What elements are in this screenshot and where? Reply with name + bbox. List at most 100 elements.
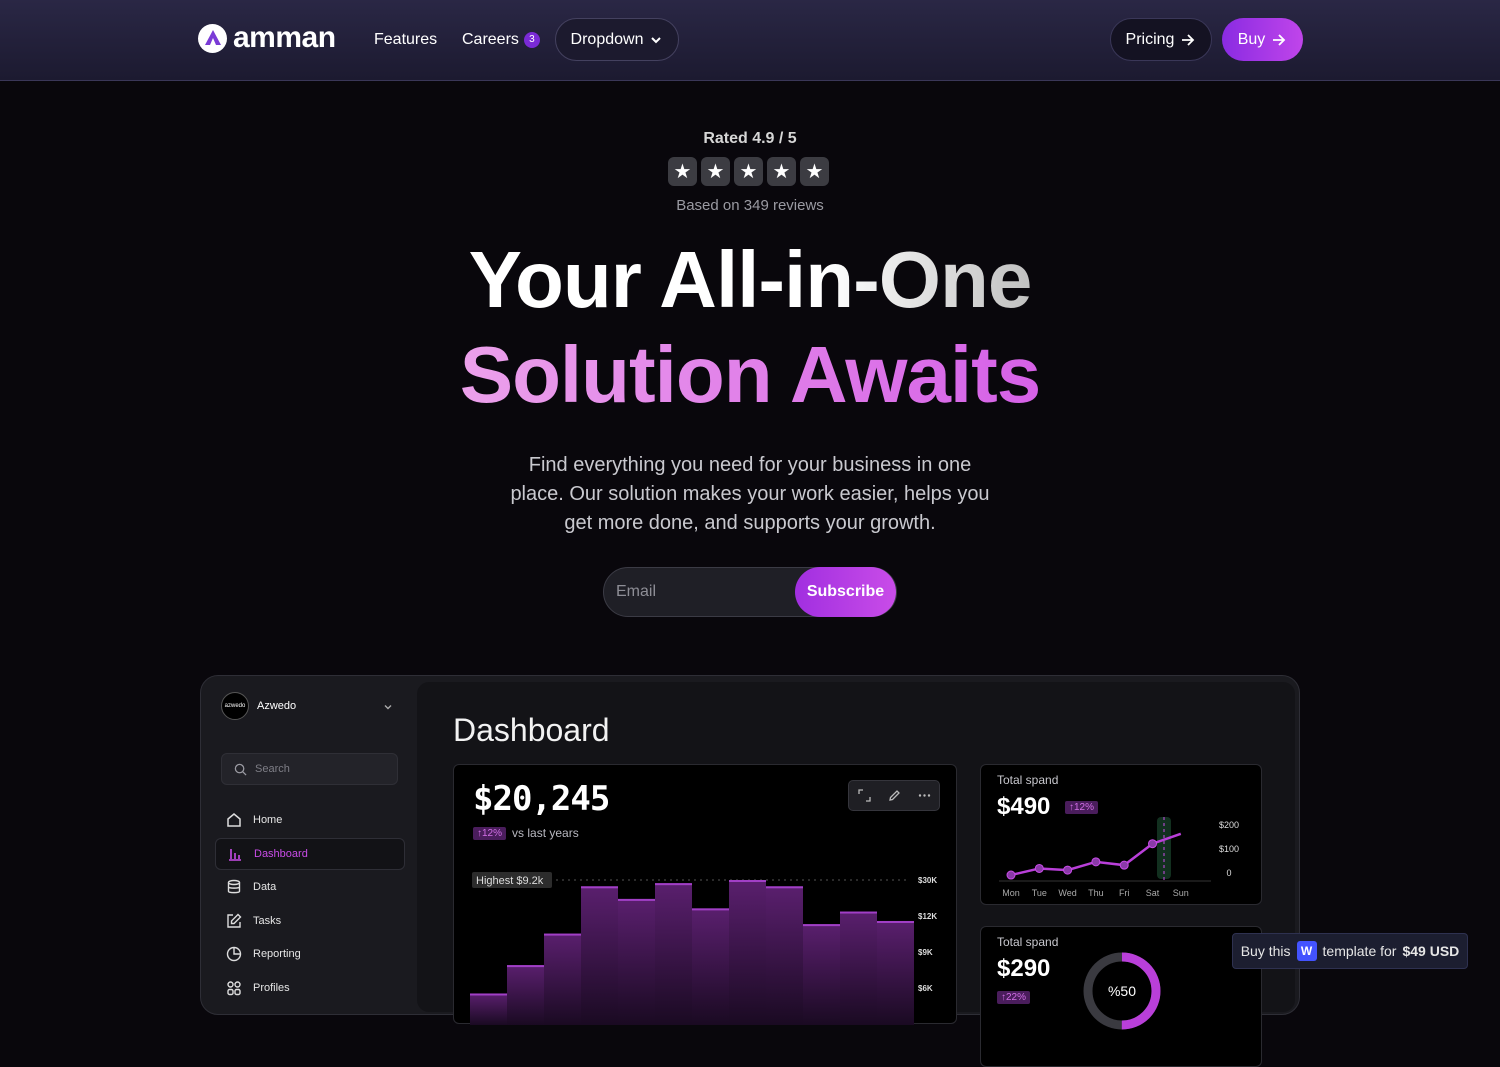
sidebar-item-home[interactable]: Home — [215, 804, 405, 836]
data-point — [1148, 839, 1157, 849]
home-icon — [227, 813, 241, 827]
sidebar-item-label: Profiles — [253, 981, 290, 994]
logo[interactable]: amman — [198, 22, 336, 54]
sidebar-item-label: Tasks — [253, 914, 282, 927]
org-name: Azwedo — [257, 700, 297, 712]
chart-bar — [507, 965, 544, 1025]
nav-features-link[interactable]: Features — [374, 30, 437, 50]
banner-middle: template for — [1322, 943, 1397, 959]
sidebar-item-profiles[interactable]: Profiles — [215, 972, 405, 1004]
sidebar-item-label: Home — [253, 814, 283, 826]
x-tick-label: Wed — [1058, 888, 1076, 898]
database-icon — [227, 879, 241, 894]
highest-label: Highest $9.2k — [476, 875, 544, 887]
dashboard-title: Dashboard — [453, 712, 610, 748]
rating-text: Rated 4.9 / 5 — [703, 130, 797, 147]
sidebar-item-label: Reporting — [253, 948, 301, 961]
banner-price: $49 USD — [1402, 943, 1460, 959]
arrow-right-icon — [1182, 33, 1195, 46]
dashboard-sidebar: azwedo Azwedo Search Home Dashboard Data — [201, 676, 417, 1016]
chart-bar-top — [655, 883, 692, 886]
spend-donut-chart: %50 — [1083, 952, 1161, 1030]
card-toolbar — [848, 780, 940, 811]
chart-bar — [803, 924, 840, 1025]
chart-bar — [655, 883, 692, 1025]
chart-bar-top — [803, 924, 840, 927]
nav-careers-link[interactable]: Careers 3 — [462, 30, 540, 50]
org-switcher[interactable]: azwedo Azwedo — [221, 692, 296, 720]
more-icon[interactable] — [918, 789, 931, 802]
revenue-amount: $20,245 — [473, 779, 610, 819]
search-icon — [234, 763, 247, 776]
x-tick-label: Thu — [1088, 888, 1104, 898]
sidebar-search[interactable]: Search — [221, 753, 398, 785]
data-point — [1091, 857, 1101, 867]
change-label: vs last years — [512, 826, 579, 840]
sidebar-item-tasks[interactable]: Tasks — [215, 905, 405, 937]
spend-card-2: Total spand $290 ↑22% %50 — [980, 926, 1262, 1067]
spend-change-badge: ↑22% — [997, 991, 1031, 1004]
chart-bar-top — [692, 908, 729, 911]
chart-bar-top — [766, 886, 803, 889]
chart-bar-top — [729, 880, 766, 882]
bar-chart-icon — [229, 848, 241, 861]
top-navbar: amman Features Careers 3 Dropdown Pricing… — [0, 0, 1500, 81]
chart-bar-top — [470, 993, 507, 996]
subscribe-button[interactable]: Subscribe — [795, 567, 896, 617]
chart-bar-top — [581, 886, 618, 889]
chart-bar — [692, 908, 729, 1025]
search-placeholder: Search — [255, 763, 290, 775]
org-avatar: azwedo — [221, 692, 249, 720]
y-tick-label: $12K — [918, 912, 937, 921]
star-icon: ★ — [767, 157, 796, 186]
spend-value: $290 — [997, 955, 1051, 982]
sidebar-item-data[interactable]: Data — [215, 871, 405, 903]
chevron-down-icon[interactable] — [383, 702, 393, 712]
chevron-down-icon — [651, 36, 662, 43]
buy-template-banner[interactable]: Buy this W template for $49 USD — [1232, 933, 1468, 969]
expand-icon[interactable] — [857, 789, 871, 802]
star-icon: ★ — [668, 157, 697, 186]
chart-bar — [766, 886, 803, 1025]
logo-mark-icon — [198, 23, 227, 53]
email-input[interactable] — [616, 568, 796, 616]
reviews-count: Based on 349 reviews — [676, 197, 824, 214]
hero-title-line2: Solution Awaits — [0, 330, 1500, 420]
dashboard-main: Dashboard $20,245 ↑12% vs last years Hig… — [417, 682, 1295, 1067]
sidebar-item-reporting[interactable]: Reporting — [215, 938, 405, 970]
y-tick-label: 0 — [1226, 868, 1231, 878]
edit-square-icon — [227, 913, 242, 928]
x-tick-label: Fri — [1119, 888, 1130, 898]
logo-text: amman — [233, 21, 336, 54]
pricing-button[interactable]: Pricing — [1110, 18, 1212, 61]
buy-label: Buy — [1237, 30, 1266, 48]
data-point — [1119, 860, 1129, 870]
donut-label: %50 — [1108, 983, 1136, 999]
webflow-icon: W — [1296, 941, 1317, 961]
pie-chart-icon — [226, 947, 242, 962]
dropdown-label: Dropdown — [570, 30, 644, 48]
x-tick-label: Sun — [1173, 888, 1189, 898]
chart-bar — [729, 880, 766, 1025]
hero-subtitle: Find everything you need for your busine… — [510, 454, 990, 534]
x-tick-label: Mon — [1002, 888, 1020, 898]
chart-bar-top — [877, 920, 914, 923]
x-tick-label: Sat — [1146, 888, 1160, 898]
star-icon: ★ — [800, 157, 829, 186]
revenue-change: ↑12% vs last years — [473, 826, 579, 840]
chart-bar-top — [507, 965, 544, 968]
careers-count-badge: 3 — [523, 32, 540, 48]
y-tick-label: $6K — [918, 984, 933, 993]
nav-dropdown-button[interactable]: Dropdown — [555, 18, 679, 61]
chart-bar — [544, 933, 581, 1025]
star-icon: ★ — [734, 157, 763, 186]
buy-button[interactable]: Buy — [1222, 18, 1303, 61]
pencil-icon[interactable] — [888, 789, 901, 802]
nav-careers-label: Careers — [462, 31, 519, 48]
spend-title: Total spand — [997, 935, 1059, 949]
spend-card-1: Total spand $490 ↑12% Mon Tue Wed Thu Fri Sat… — [980, 764, 1262, 905]
sidebar-item-dashboard[interactable]: Dashboard — [215, 837, 405, 870]
y-tick-label: $200 — [1219, 820, 1239, 830]
chart-bar — [877, 920, 914, 1025]
chart-bar — [840, 911, 877, 1025]
